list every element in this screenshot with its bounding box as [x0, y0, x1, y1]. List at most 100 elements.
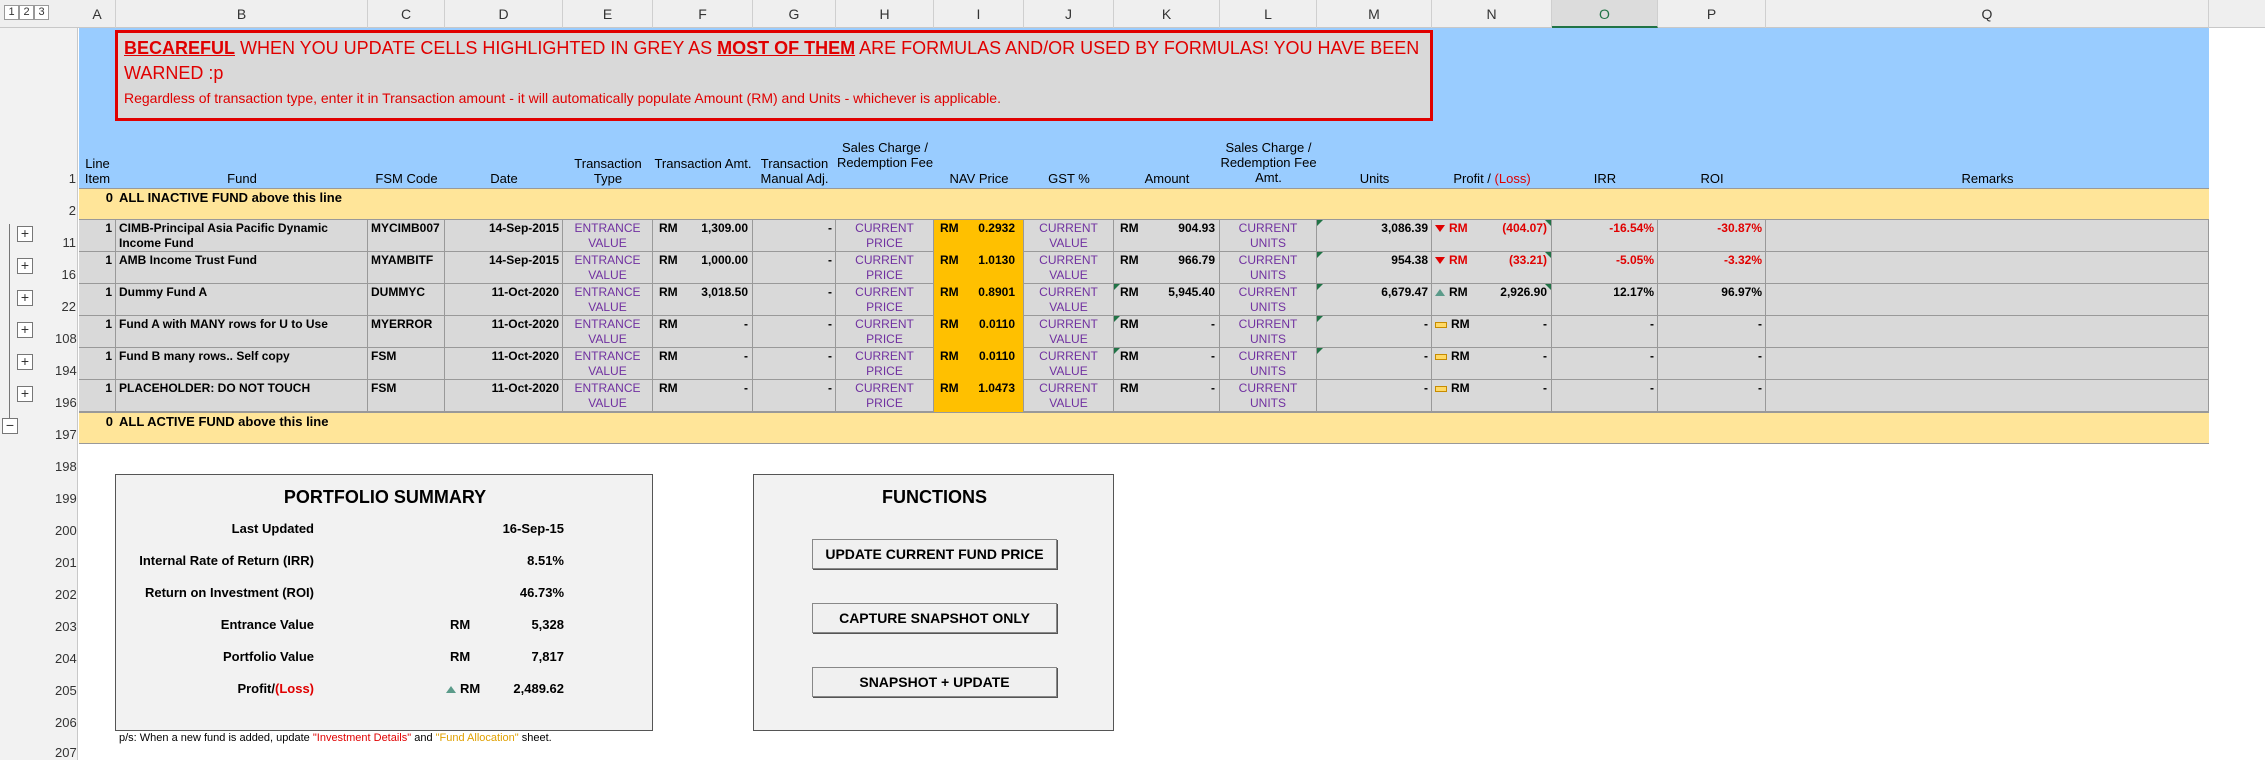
row-header-16[interactable]: 16 [55, 267, 78, 282]
row-header-204[interactable]: 204 [55, 651, 78, 666]
expand-group-196-button[interactable]: + [17, 386, 33, 402]
cell-roi[interactable]: - [1658, 316, 1766, 348]
cell-line[interactable]: 1 [79, 252, 116, 284]
column-header-m[interactable]: M [1317, 0, 1432, 28]
cell-remarks[interactable] [1766, 380, 2209, 412]
snapshot-update-button[interactable]: SNAPSHOT + UPDATE [812, 667, 1057, 697]
cell-fee[interactable]: CURRENT UNITS [1220, 316, 1317, 348]
column-header-i[interactable]: I [934, 0, 1024, 28]
row-header-196[interactable]: 196 [55, 395, 78, 410]
column-header-c[interactable]: C [368, 0, 445, 28]
outline-level-3-button[interactable]: 3 [34, 5, 49, 20]
cell-amount[interactable]: RM - [1114, 380, 1220, 412]
cell-profit[interactable]: RM - [1432, 316, 1552, 348]
cell-remarks[interactable] [1766, 284, 2209, 316]
cell-line[interactable]: 1 [79, 348, 116, 380]
cell-irr[interactable]: -16.54% [1552, 220, 1658, 252]
cell-type[interactable]: ENTRANCE VALUE [563, 284, 653, 316]
column-header-l[interactable]: L [1220, 0, 1317, 28]
cell-sc[interactable]: CURRENT PRICE [836, 252, 934, 284]
row-header-200[interactable]: 200 [55, 523, 78, 538]
fund-row[interactable]: 1 AMB Income Trust Fund MYAMBITF 14-Sep-201… [79, 252, 2209, 284]
cell-irr[interactable]: - [1552, 316, 1658, 348]
inactive-fund-band[interactable]: 0 ALL INACTIVE FUND above this line [79, 188, 2209, 220]
row-header-202[interactable]: 202 [55, 587, 78, 602]
cell-roi[interactable]: - [1658, 348, 1766, 380]
cell-remarks[interactable] [1766, 252, 2209, 284]
cell-nav[interactable]: RM 0.0110 [934, 316, 1024, 348]
row-header-203[interactable]: 203 [55, 619, 78, 634]
row-header-22[interactable]: 22 [55, 299, 78, 314]
cell-code[interactable]: MYCIMB007 [368, 220, 445, 252]
expand-group-108-button[interactable]: + [17, 322, 33, 338]
cell-profit[interactable]: RM 2,926.90 [1432, 284, 1552, 316]
cell-txamt[interactable]: RM 1,309.00 [653, 220, 753, 252]
fund-row[interactable]: 1 Dummy Fund A DUMMYC 11-Oct-2020 ENTRANCE VA… [79, 284, 2209, 316]
cell-gst[interactable]: CURRENT VALUE [1024, 284, 1114, 316]
cell-roi[interactable]: -3.32% [1658, 252, 1766, 284]
cell-irr[interactable]: - [1552, 348, 1658, 380]
cell-remarks[interactable] [1766, 348, 2209, 380]
row-header-198[interactable]: 198 [55, 459, 78, 474]
column-header-f[interactable]: F [653, 0, 753, 28]
cell-units[interactable]: - [1317, 348, 1432, 380]
cell-name[interactable]: CIMB-Principal Asia Pacific Dynamic Inco… [116, 220, 368, 252]
column-header-h[interactable]: H [836, 0, 934, 28]
cell-type[interactable]: ENTRANCE VALUE [563, 380, 653, 412]
cell-profit[interactable]: RM (33.21) [1432, 252, 1552, 284]
column-header-e[interactable]: E [563, 0, 653, 28]
cell-sc[interactable]: CURRENT PRICE [836, 284, 934, 316]
cell-code[interactable]: DUMMYC [368, 284, 445, 316]
active-fund-band[interactable]: 0 ALL ACTIVE FUND above this line [79, 412, 2209, 444]
cell-remarks[interactable] [1766, 220, 2209, 252]
cell-fee[interactable]: CURRENT UNITS [1220, 380, 1317, 412]
row-header-1[interactable]: 1 [55, 171, 78, 186]
cell-amount[interactable]: RM - [1114, 348, 1220, 380]
fund-row[interactable]: 1 Fund B many rows.. Self copy FSM 11-Oct-2… [79, 348, 2209, 380]
fund-row[interactable]: 1 PLACEHOLDER: DO NOT TOUCH FSM 11-Oct-2020… [79, 380, 2209, 412]
row-header-194[interactable]: 194 [55, 363, 78, 378]
cell-sc[interactable]: CURRENT PRICE [836, 380, 934, 412]
cell-line[interactable]: 1 [79, 284, 116, 316]
cell-gst[interactable]: CURRENT VALUE [1024, 380, 1114, 412]
expand-group-11-button[interactable]: + [17, 226, 33, 242]
row-header-201[interactable]: 201 [55, 555, 78, 570]
cell-manual[interactable]: - [753, 316, 836, 348]
row-header-2[interactable]: 2 [55, 203, 78, 218]
row-header-197[interactable]: 197 [55, 427, 78, 442]
cell-amount[interactable]: RM - [1114, 316, 1220, 348]
cell-amount[interactable]: RM 904.93 [1114, 220, 1220, 252]
cell-gst[interactable]: CURRENT VALUE [1024, 252, 1114, 284]
row-header-199[interactable]: 199 [55, 491, 78, 506]
cell-nav[interactable]: RM 0.0110 [934, 348, 1024, 380]
cell-gst[interactable]: CURRENT VALUE [1024, 220, 1114, 252]
expand-group-16-button[interactable]: + [17, 258, 33, 274]
cell-code[interactable]: FSM [368, 348, 445, 380]
row-header-108[interactable]: 108 [55, 331, 78, 346]
column-header-o[interactable]: O [1552, 0, 1658, 28]
cell-manual[interactable]: - [753, 348, 836, 380]
cell-nav[interactable]: RM 1.0473 [934, 380, 1024, 412]
cell-sc[interactable]: CURRENT PRICE [836, 348, 934, 380]
column-header-k[interactable]: K [1114, 0, 1220, 28]
outline-level-1-button[interactable]: 1 [4, 5, 19, 20]
cell-sc[interactable]: CURRENT PRICE [836, 220, 934, 252]
cell-irr[interactable]: 12.17% [1552, 284, 1658, 316]
cell-txamt[interactable]: RM - [653, 348, 753, 380]
row-header-11[interactable]: 11 [55, 235, 78, 250]
cell-gst[interactable]: CURRENT VALUE [1024, 316, 1114, 348]
row-header-207[interactable]: 207 [55, 745, 78, 760]
cell-roi[interactable]: - [1658, 380, 1766, 412]
cell-line[interactable]: 1 [79, 220, 116, 252]
collapse-group-button[interactable]: − [2, 418, 18, 434]
column-header-n[interactable]: N [1432, 0, 1552, 28]
cell-name[interactable]: Fund B many rows.. Self copy [116, 348, 368, 380]
cell-irr[interactable]: - [1552, 380, 1658, 412]
cell-profit[interactable]: RM - [1432, 380, 1552, 412]
cell-code[interactable]: FSM [368, 380, 445, 412]
cell-remarks[interactable] [1766, 316, 2209, 348]
cell-units[interactable]: 3,086.39 [1317, 220, 1432, 252]
cell-type[interactable]: ENTRANCE VALUE [563, 220, 653, 252]
cell-date[interactable]: 11-Oct-2020 [445, 284, 563, 316]
cell-manual[interactable]: - [753, 220, 836, 252]
